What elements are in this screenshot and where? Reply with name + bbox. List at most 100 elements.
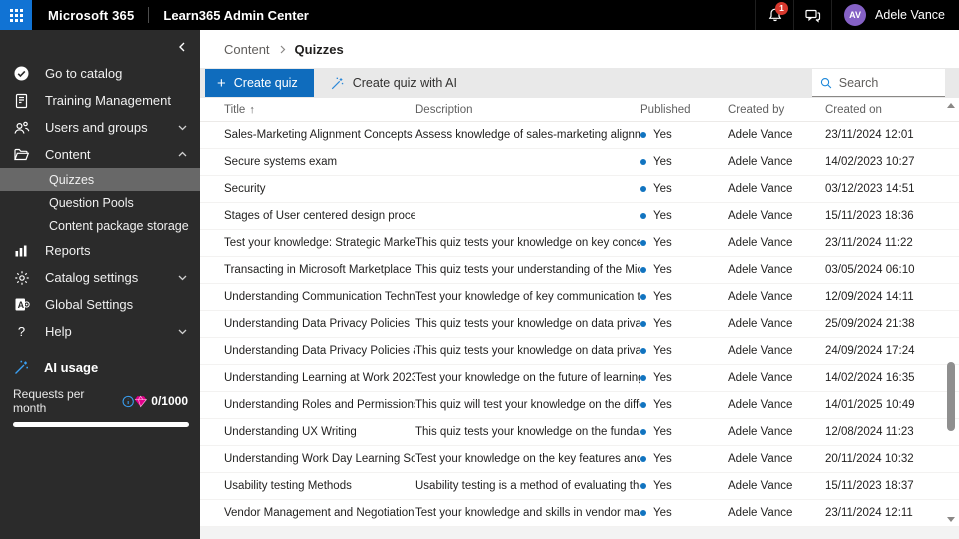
table-row[interactable]: Test your knowledge: Strategic Marketing…	[200, 230, 959, 257]
cell-published: Yes	[640, 156, 728, 168]
reports-icon	[13, 242, 30, 259]
published-dot-icon	[640, 321, 646, 327]
table-row[interactable]: Understanding Data Privacy Policies and …	[200, 338, 959, 365]
table-row[interactable]: Understanding Learning at Work 2023 Test…	[200, 365, 959, 392]
table-row[interactable]: Understanding Communication Techniques T…	[200, 284, 959, 311]
cell-published: Yes	[640, 426, 728, 438]
feedback-button[interactable]	[793, 0, 831, 30]
published-label: Yes	[653, 129, 672, 141]
sidebar-subitem-label: Quizzes	[49, 172, 95, 187]
column-header-description[interactable]: Description	[415, 104, 640, 116]
avatar[interactable]: AV	[844, 4, 867, 26]
sidebar-item-help[interactable]: ? Help	[0, 318, 200, 345]
brand-title[interactable]: Microsoft 365	[48, 8, 134, 23]
table-row[interactable]: Understanding UX Writing This quiz tests…	[200, 419, 959, 446]
go-to-catalog-icon	[13, 65, 30, 82]
sidebar-item-reports[interactable]: Reports	[0, 237, 200, 264]
cell-created-on: 24/09/2024 17:24	[825, 345, 915, 357]
cell-created-by: Adele Vance	[728, 399, 793, 411]
published-dot-icon	[640, 429, 646, 435]
sidebar-item-content-package-storage[interactable]: Content package storage	[0, 214, 200, 237]
table-row[interactable]: Security Yes Adele Vance 03/12/2023 14:5…	[200, 176, 959, 203]
column-header-title[interactable]: Title ↑	[224, 104, 415, 116]
cell-created-by: Adele Vance	[728, 237, 793, 249]
info-icon[interactable]	[122, 395, 134, 408]
cell-created-on: 03/12/2023 14:51	[825, 183, 915, 195]
published-label: Yes	[653, 453, 672, 465]
cell-created-on: 23/11/2024 12:11	[825, 507, 913, 519]
scrollbar-thumb[interactable]	[947, 361, 955, 432]
scroll-down-icon[interactable]	[947, 517, 955, 522]
app-launcher-button[interactable]	[0, 0, 32, 30]
published-dot-icon	[640, 456, 646, 462]
sidebar-item-catalog-settings[interactable]: Catalog settings	[0, 264, 200, 291]
cell-created-by: Adele Vance	[728, 426, 793, 438]
table-row[interactable]: Stages of User centered design process Y…	[200, 203, 959, 230]
cell-published: Yes	[640, 210, 728, 222]
published-dot-icon	[640, 402, 646, 408]
search-input[interactable]	[838, 75, 937, 90]
table-scrollbar[interactable]	[945, 100, 957, 525]
header-divider	[148, 7, 150, 23]
sidebar-item-label: Global Settings	[45, 297, 134, 312]
sidebar-item-label: Reports	[45, 243, 91, 258]
sidebar-item-training-management[interactable]: Training Management	[0, 87, 200, 114]
cell-created-by: Adele Vance	[728, 264, 793, 276]
notifications-button[interactable]: 1	[755, 0, 793, 30]
command-bar: + Create quiz Create quiz with AI	[200, 68, 959, 98]
sidebar-item-question-pools[interactable]: Question Pools	[0, 191, 200, 214]
cell-created-by: Adele Vance	[728, 507, 793, 519]
cell-title: Stages of User centered design process	[224, 210, 415, 222]
table-row[interactable]: Sales-Marketing Alignment Concepts Asses…	[200, 122, 959, 149]
table-row[interactable]: Vendor Management and Negotiation Skil..…	[200, 500, 959, 527]
published-dot-icon	[640, 294, 646, 300]
sidebar-item-quizzes[interactable]: Quizzes	[0, 168, 200, 191]
table-row[interactable]: Transacting in Microsoft Marketplace Qui…	[200, 257, 959, 284]
cell-title: Secure systems exam	[224, 156, 338, 168]
sidebar-item-go-to-catalog[interactable]: Go to catalog	[0, 60, 200, 87]
column-header-created-on[interactable]: Created on	[825, 104, 929, 116]
published-label: Yes	[653, 318, 672, 330]
cell-description: This quiz tests your knowledge on key co…	[415, 237, 640, 249]
table-row[interactable]: Usability testing Methods Usability test…	[200, 473, 959, 500]
table-row[interactable]: Secure systems exam Yes Adele Vance 14/0…	[200, 149, 959, 176]
ai-usage-progress-bar	[13, 422, 189, 427]
breadcrumb: Content Quizzes	[200, 30, 959, 68]
breadcrumb-current: Quizzes	[294, 41, 344, 57]
published-label: Yes	[653, 507, 672, 519]
create-quiz-button[interactable]: + Create quiz	[205, 69, 314, 97]
published-dot-icon	[640, 159, 646, 165]
cell-created-by: Adele Vance	[728, 318, 793, 330]
chevron-down-icon	[178, 275, 187, 281]
chat-icon	[805, 9, 821, 23]
cell-title: Understanding Communication Techniques	[224, 291, 415, 303]
scrollbar-track[interactable]	[945, 108, 957, 517]
cell-created-on: 14/02/2023 10:27	[825, 156, 915, 168]
breadcrumb-parent[interactable]: Content	[224, 42, 270, 57]
chevron-left-icon	[179, 42, 185, 52]
ai-usage-header[interactable]: AI usage	[13, 354, 188, 380]
cell-description: Usability testing is a method of evaluat…	[415, 480, 640, 492]
waffle-icon	[9, 8, 23, 22]
cell-created-on: 23/11/2024 12:01	[825, 129, 914, 141]
account-menu[interactable]: AV Adele Vance	[831, 0, 959, 30]
cell-description: This quiz tests your knowledge on data p…	[415, 318, 640, 330]
cell-description: This quiz tests your knowledge on data p…	[415, 345, 640, 357]
sidebar-item-content[interactable]: Content	[0, 141, 200, 168]
table-header: Title ↑ Description Published Created by…	[200, 98, 959, 122]
table-row[interactable]: Understanding Work Day Learning Solution…	[200, 446, 959, 473]
table-row[interactable]: Understanding Roles and Permissions in P…	[200, 392, 959, 419]
cell-title: Understanding Roles and Permissions in P…	[224, 399, 415, 411]
cell-created-by: Adele Vance	[728, 210, 793, 222]
table-row[interactable]: Understanding Data Privacy Policies This…	[200, 311, 959, 338]
sidebar-collapse-button[interactable]	[172, 37, 192, 60]
create-quiz-with-ai-button[interactable]: Create quiz with AI	[316, 69, 471, 97]
column-header-published[interactable]: Published	[640, 104, 728, 116]
sidebar-item-users-and-groups[interactable]: Users and groups	[0, 114, 200, 141]
sidebar-item-global-settings[interactable]: A Global Settings	[0, 291, 200, 318]
cell-published: Yes	[640, 507, 728, 519]
column-header-created-by[interactable]: Created by	[728, 104, 825, 116]
sidebar-item-label: Catalog settings	[45, 270, 139, 285]
sort-ascending-icon: ↑	[249, 103, 255, 116]
cell-published: Yes	[640, 237, 728, 249]
